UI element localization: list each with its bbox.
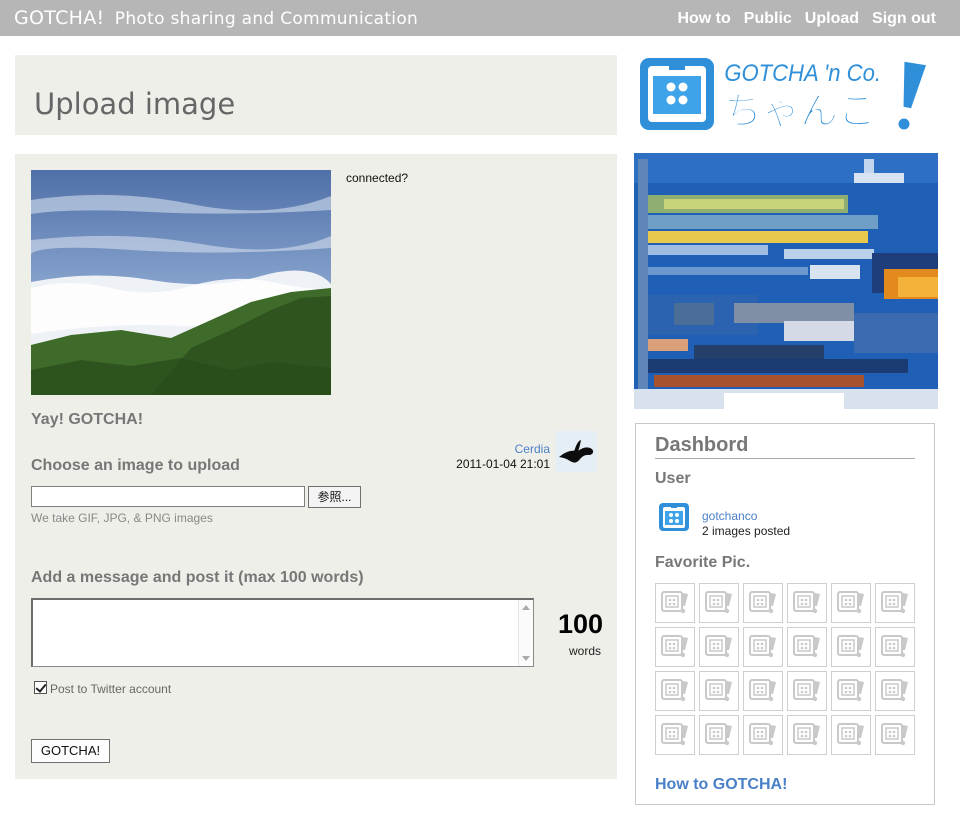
choose-image-label: Choose an image to upload xyxy=(31,457,240,474)
placeholder-logo-icon xyxy=(881,591,908,614)
scroll-down-icon[interactable] xyxy=(522,656,530,661)
favorite-pic-placeholder[interactable] xyxy=(743,715,783,755)
placeholder-logo-icon xyxy=(661,635,688,658)
favorite-pic-placeholder[interactable] xyxy=(875,671,915,711)
nav-sign-out[interactable]: Sign out xyxy=(872,10,936,28)
favorite-pic-placeholder[interactable] xyxy=(743,671,783,711)
favorite-pic-placeholder[interactable] xyxy=(831,583,871,623)
dashboard-divider xyxy=(655,458,915,459)
top-bar: GOTCHA! Photo sharing and Communication … xyxy=(0,0,960,36)
favorite-pic-placeholder[interactable] xyxy=(875,627,915,667)
page-title: Upload image xyxy=(34,87,236,121)
favorite-pic-placeholder[interactable] xyxy=(831,671,871,711)
favorite-pic-placeholder[interactable] xyxy=(655,627,695,667)
favorite-pic-placeholder[interactable] xyxy=(743,583,783,623)
images-posted-count: 2 images posted xyxy=(702,524,791,538)
svg-text:GOTCHA 'n Co.: GOTCHA 'n Co. xyxy=(724,59,881,86)
connected-text: connected? xyxy=(346,171,409,185)
favorite-pic-placeholder[interactable] xyxy=(875,583,915,623)
placeholder-logo-icon xyxy=(793,723,820,746)
placeholder-logo-icon xyxy=(837,679,864,702)
dashboard-title: Dashbord xyxy=(655,434,749,456)
nav-how-to[interactable]: How to xyxy=(677,10,730,28)
main-nav: How to Public Upload Sign out xyxy=(677,10,936,28)
brand-name[interactable]: GOTCHA! xyxy=(14,7,104,29)
favorite-pic-placeholder[interactable] xyxy=(831,627,871,667)
gotcha-n-co-logo[interactable]: GOTCHA 'n Co. ちゃんこ xyxy=(636,52,936,138)
favorite-pic-placeholder[interactable] xyxy=(831,715,871,755)
favorite-pic-placeholder[interactable] xyxy=(699,671,739,711)
word-count: 100 xyxy=(557,609,603,639)
favorite-pic-placeholder[interactable] xyxy=(743,627,783,667)
favorite-pic-placeholder[interactable] xyxy=(655,715,695,755)
placeholder-logo-icon xyxy=(793,635,820,658)
placeholder-logo-icon xyxy=(881,679,908,702)
placeholder-logo-icon xyxy=(793,591,820,614)
dashboard-panel: Dashbord User gotchanco 2 images posted … xyxy=(635,423,935,805)
yay-message: Yay! GOTCHA! xyxy=(31,411,144,428)
title-panel: Upload image xyxy=(15,55,617,135)
favorite-pic-placeholder[interactable] xyxy=(699,583,739,623)
poster-avatar[interactable] xyxy=(556,431,597,472)
banner-image[interactable] xyxy=(634,153,938,409)
placeholder-logo-icon xyxy=(837,591,864,614)
placeholder-logo-icon xyxy=(749,635,776,658)
favorite-pic-placeholder[interactable] xyxy=(787,583,827,623)
placeholder-logo-icon xyxy=(793,679,820,702)
svg-text:ちゃんこ: ちゃんこ xyxy=(724,89,876,133)
placeholder-logo-icon xyxy=(749,679,776,702)
favorite-pic-placeholder[interactable] xyxy=(699,627,739,667)
file-path-input[interactable] xyxy=(31,486,305,507)
placeholder-logo-icon xyxy=(705,679,732,702)
nav-upload[interactable]: Upload xyxy=(805,10,859,28)
poster-name-link[interactable]: Cerdia xyxy=(515,442,550,456)
placeholder-logo-icon xyxy=(661,591,688,614)
favorite-pic-placeholder[interactable] xyxy=(787,715,827,755)
message-label: Add a message and post it (max 100 words… xyxy=(31,569,364,586)
favorite-pic-placeholder[interactable] xyxy=(699,715,739,755)
placeholder-logo-icon xyxy=(705,591,732,614)
placeholder-logo-icon xyxy=(881,723,908,746)
formats-hint: We take GIF, JPG, & PNG images xyxy=(31,511,213,525)
poster-timestamp: 2011-01-04 21:01 xyxy=(456,457,550,471)
how-to-gotcha-link[interactable]: How to GOTCHA! xyxy=(655,776,787,794)
favorite-pic-placeholder[interactable] xyxy=(787,627,827,667)
username-link[interactable]: gotchanco xyxy=(702,509,757,523)
placeholder-logo-icon xyxy=(837,635,864,658)
favorites-grid xyxy=(655,583,915,755)
placeholder-logo-icon xyxy=(705,723,732,746)
brand[interactable]: GOTCHA! Photo sharing and Communication xyxy=(14,7,418,29)
user-heading: User xyxy=(655,470,691,487)
word-count-unit: words xyxy=(568,644,601,658)
upload-panel: connected? Yay! GOTCHA! Cerdia 2011-01-0… xyxy=(15,154,617,779)
message-scrollbar[interactable] xyxy=(518,600,533,666)
placeholder-logo-icon xyxy=(749,723,776,746)
favorite-pic-placeholder[interactable] xyxy=(655,671,695,711)
placeholder-logo-icon xyxy=(705,635,732,658)
favorite-pic-placeholder[interactable] xyxy=(655,583,695,623)
favorites-heading: Favorite Pic. xyxy=(655,554,751,571)
placeholder-logo-icon xyxy=(837,723,864,746)
nav-public[interactable]: Public xyxy=(744,10,792,28)
message-textarea[interactable] xyxy=(31,598,534,667)
placeholder-logo-icon xyxy=(749,591,776,614)
placeholder-logo-icon xyxy=(661,723,688,746)
brand-tagline: Photo sharing and Communication xyxy=(114,9,419,29)
favorite-pic-placeholder[interactable] xyxy=(875,715,915,755)
placeholder-logo-icon xyxy=(661,679,688,702)
placeholder-logo-icon xyxy=(881,635,908,658)
gotcha-submit-button[interactable]: GOTCHA! xyxy=(31,739,110,763)
twitter-checkbox[interactable] xyxy=(34,681,47,694)
user-avatar-icon[interactable] xyxy=(658,501,690,533)
favorite-pic-placeholder[interactable] xyxy=(787,671,827,711)
twitter-checkbox-label[interactable]: Post to Twitter account xyxy=(50,682,171,696)
scroll-up-icon[interactable] xyxy=(522,605,530,610)
uploaded-photo xyxy=(31,170,331,395)
browse-button[interactable]: 参照... xyxy=(308,486,361,508)
